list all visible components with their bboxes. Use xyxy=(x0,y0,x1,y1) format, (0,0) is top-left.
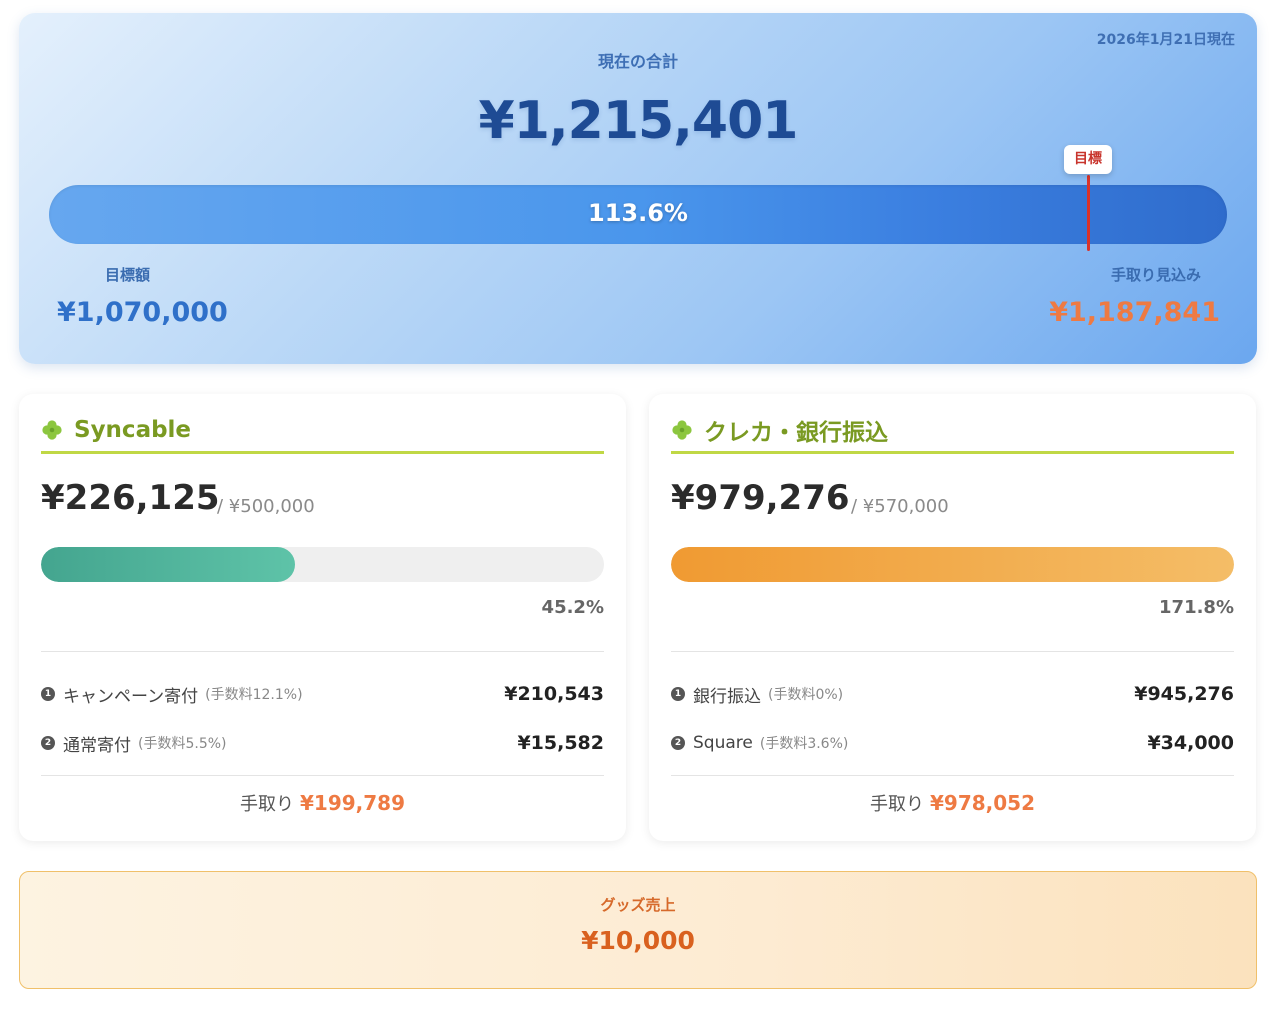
item-number-badge: 2 xyxy=(671,736,685,750)
divider xyxy=(671,775,1234,776)
item-fee: (手数料0%) xyxy=(768,687,844,703)
list-item: 1 キャンペーン寄付 (手数料12.1%) ¥210,543 xyxy=(41,681,604,707)
card-net-label: 手取り xyxy=(869,794,924,815)
divider xyxy=(41,775,604,776)
item-value: ¥34,000 xyxy=(1147,732,1234,754)
item-label: Square xyxy=(693,733,753,753)
target-label: 目標額 xyxy=(105,266,151,284)
goal-marker-label: 目標 xyxy=(1064,145,1112,174)
card-net: 手取り ¥199,789 xyxy=(19,790,626,816)
item-number-badge: 2 xyxy=(41,736,55,750)
total-progress-percent: 113.6% xyxy=(588,199,688,227)
card-title: Syncable xyxy=(74,416,192,443)
dashboard: 2026年1月21日現在 現在の合計 ¥1,215,401 113.6% 目標 … xyxy=(0,0,1280,1012)
card-progress-percent: 171.8% xyxy=(1159,597,1234,618)
item-value: ¥15,582 xyxy=(517,732,604,754)
item-label: キャンペーン寄付 xyxy=(63,686,199,707)
card-target: / ¥570,000 xyxy=(851,496,949,517)
card-title: クレカ・銀行振込 xyxy=(704,419,888,446)
goal-marker-line xyxy=(1087,175,1090,251)
card-net-value: ¥978,052 xyxy=(929,791,1035,815)
card-progress-bar xyxy=(41,547,604,582)
net-estimate-label: 手取り見込み xyxy=(1110,266,1201,284)
card-progress-percent: 45.2% xyxy=(541,597,604,618)
list-item: 2 Square (手数料3.6%) ¥34,000 xyxy=(671,730,1234,756)
card-net-label: 手取り xyxy=(239,794,294,815)
item-label: 銀行振込 xyxy=(693,686,761,707)
source-card-syncable: Syncable ¥226,125 / ¥500,000 45.2% 1 キャン… xyxy=(19,394,626,841)
source-card-card-bank: クレカ・銀行振込 ¥979,276 / ¥570,000 171.8% 1 銀行… xyxy=(649,394,1256,841)
item-fee: (手数料3.6%) xyxy=(759,736,849,752)
total-progress-bar: 113.6% xyxy=(49,185,1227,244)
item-number-badge: 1 xyxy=(671,687,685,701)
goods-sales-label: グッズ売上 xyxy=(600,896,676,914)
target-amount: ¥1,070,000 xyxy=(57,297,228,328)
total-amount: ¥1,215,401 xyxy=(478,91,799,151)
card-net: 手取り ¥978,052 xyxy=(649,790,1256,816)
card-amount: ¥226,125 xyxy=(41,478,220,518)
list-item: 2 通常寄付 (手数料5.5%) ¥15,582 xyxy=(41,730,604,756)
card-progress-bar xyxy=(671,547,1234,582)
clover-icon xyxy=(672,419,692,440)
item-fee: (手数料12.1%) xyxy=(205,687,303,703)
card-progress-fill xyxy=(41,547,296,582)
card-amount: ¥979,276 xyxy=(671,478,850,518)
item-fee: (手数料5.5%) xyxy=(138,736,227,752)
divider xyxy=(671,651,1234,652)
divider xyxy=(41,651,604,652)
card-target: / ¥500,000 xyxy=(217,496,315,517)
total-label: 現在の合計 xyxy=(597,52,678,71)
goods-sales-card: グッズ売上 ¥10,000 xyxy=(19,871,1257,989)
card-net-value: ¥199,789 xyxy=(299,791,405,815)
net-estimate-amount: ¥1,187,841 xyxy=(1049,297,1220,328)
item-value: ¥210,543 xyxy=(504,683,604,705)
card-header: Syncable xyxy=(41,414,604,454)
item-label: 通常寄付 xyxy=(63,735,131,756)
card-progress-fill xyxy=(671,547,1234,582)
total-summary-card: 2026年1月21日現在 現在の合計 ¥1,215,401 113.6% 目標 … xyxy=(19,13,1257,364)
card-header: クレカ・銀行振込 xyxy=(671,414,1234,454)
as-of-date: 2026年1月21日現在 xyxy=(1096,32,1235,48)
item-number-badge: 1 xyxy=(41,687,55,701)
item-value: ¥945,276 xyxy=(1134,683,1234,705)
goods-sales-amount: ¥10,000 xyxy=(581,926,695,955)
list-item: 1 銀行振込 (手数料0%) ¥945,276 xyxy=(671,681,1234,707)
clover-icon xyxy=(42,419,62,440)
